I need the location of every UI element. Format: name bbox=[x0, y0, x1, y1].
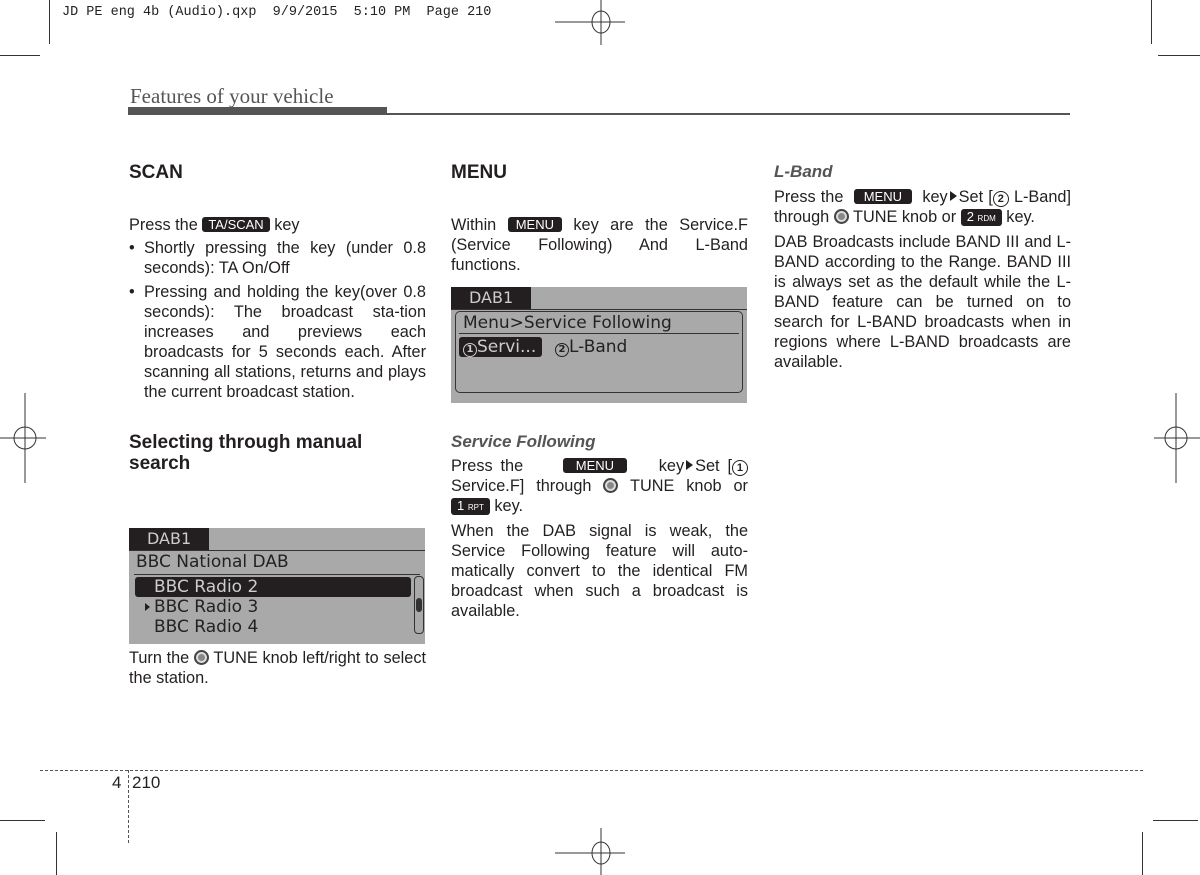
text: Turn the bbox=[129, 649, 190, 667]
rdm-key-icon: 2 RDM bbox=[960, 209, 1002, 226]
number-1-icon: 1 bbox=[731, 460, 748, 476]
ta-scan-key-icon: TA/SCAN bbox=[202, 217, 270, 232]
crop-mark bbox=[0, 55, 40, 56]
heading-l-band: L-Band bbox=[774, 162, 833, 181]
scan-bullets: Shortly pressing the key (under 0.8 seco… bbox=[129, 238, 426, 402]
crop-mark bbox=[49, 0, 50, 44]
header-rule bbox=[128, 107, 387, 115]
divider bbox=[129, 550, 425, 551]
section-title: Features of your vehicle bbox=[130, 84, 334, 108]
section-service-following: Service Following Press the MENU key Set … bbox=[451, 432, 748, 621]
dab-station-list-screen: DAB1 BBC National DAB BBC Radio 2 BBC Ra… bbox=[129, 528, 425, 644]
crop-mark bbox=[1142, 832, 1143, 875]
screen-tab: DAB1 bbox=[451, 287, 532, 309]
text: Set [ bbox=[695, 457, 732, 475]
menu-intro: Within MENU key are the Service.F (Servi… bbox=[451, 215, 748, 275]
option-label: L-Band bbox=[569, 337, 628, 357]
chapter-number: 4 bbox=[112, 773, 122, 792]
arrow-right-icon bbox=[686, 460, 694, 470]
registration-mark-icon bbox=[1154, 393, 1200, 483]
menu-key-icon: MENU bbox=[507, 217, 562, 232]
key-number: 2 bbox=[966, 209, 974, 224]
rpt-key-icon: 1 RPT bbox=[451, 498, 490, 515]
lb-description: DAB Broadcasts include BAND III and L-BA… bbox=[774, 233, 1071, 371]
heading-manual-search: Selecting through manual search bbox=[129, 432, 363, 474]
footer-rule bbox=[40, 770, 1143, 771]
tune-knob-icon bbox=[603, 478, 619, 493]
divider bbox=[459, 333, 739, 334]
text: Within bbox=[451, 216, 497, 234]
text: TUNE knob or bbox=[630, 477, 748, 495]
text: Press the bbox=[774, 188, 844, 206]
bullet-item: Pressing and holding the key(over 0.8 se… bbox=[129, 282, 426, 402]
crop-mark bbox=[1158, 55, 1200, 56]
option-label: Servi... bbox=[477, 337, 537, 357]
key-sublabel: RPT bbox=[467, 503, 484, 512]
crop-mark bbox=[1153, 820, 1198, 821]
registration-mark-icon bbox=[555, 828, 625, 875]
footer-rule bbox=[128, 770, 129, 843]
crop-mark bbox=[1151, 0, 1152, 44]
menu-option-service-following: 1 Servi... bbox=[459, 337, 543, 357]
divider bbox=[451, 309, 747, 310]
tune-instruction: Turn the TUNE knob left/right to select … bbox=[129, 648, 426, 688]
section-l-band: L-Band Press the MENU key Set [2 L-Band] … bbox=[774, 162, 1071, 372]
screen-tab: DAB1 bbox=[129, 528, 210, 550]
text: Press the bbox=[129, 216, 198, 234]
playing-indicator-icon bbox=[143, 597, 152, 617]
tune-knob-icon bbox=[193, 650, 209, 665]
sf-instruction: Press the MENU key Set [1 Service.F] thro… bbox=[451, 456, 748, 516]
bullet-item: Shortly pressing the key (under 0.8 seco… bbox=[129, 238, 426, 278]
text: Service.F] through bbox=[451, 477, 592, 495]
tune-knob-icon bbox=[833, 209, 849, 224]
text: key bbox=[274, 216, 300, 234]
lb-instruction: Press the MENU key Set [2 L-Band] through… bbox=[774, 187, 1071, 227]
print-slug: JD PE eng 4b (Audio).qxp 9/9/2015 5:10 P… bbox=[62, 5, 492, 20]
scrollbar-thumb bbox=[416, 598, 422, 612]
text: TUNE knob or bbox=[853, 208, 957, 226]
menu-path: Menu>Service Following bbox=[463, 313, 672, 333]
page-number: 210 bbox=[132, 773, 161, 792]
number-2-icon: 2 bbox=[555, 343, 569, 357]
crop-mark bbox=[0, 820, 45, 821]
text: key bbox=[658, 457, 685, 475]
station-item: BBC Radio 4 bbox=[154, 617, 259, 637]
header-rule bbox=[387, 113, 1070, 115]
menu-key-icon: MENU bbox=[853, 189, 912, 204]
station-item: BBC Radio 3 bbox=[154, 597, 259, 617]
ensemble-name: BBC National DAB bbox=[136, 552, 289, 572]
key-sublabel: RDM bbox=[977, 214, 996, 223]
arrow-right-icon bbox=[949, 191, 957, 201]
registration-mark-icon bbox=[0, 393, 46, 483]
text: key bbox=[922, 188, 948, 206]
heading-service-following: Service Following bbox=[451, 432, 596, 451]
column-scan: SCAN Press the TA/SCAN key Shortly press… bbox=[129, 162, 426, 474]
service-following-menu-screen: DAB1 Menu>Service Following 1 Servi... 2L… bbox=[451, 287, 747, 403]
key-number: 1 bbox=[457, 498, 465, 513]
text: Press the bbox=[451, 457, 524, 475]
text: key. bbox=[1006, 208, 1035, 226]
heading-scan: SCAN bbox=[129, 162, 183, 183]
text: Set [ bbox=[958, 188, 993, 206]
divider bbox=[134, 574, 420, 575]
crop-mark bbox=[56, 832, 57, 875]
text: key. bbox=[494, 497, 524, 515]
menu-key-icon: MENU bbox=[562, 458, 628, 473]
text: key are the Service.F (Service Following… bbox=[451, 216, 748, 274]
column-menu: MENU Within MENU key are the Service.F (… bbox=[451, 162, 748, 275]
scan-intro: Press the TA/SCAN key bbox=[129, 215, 426, 235]
registration-mark-icon bbox=[555, 0, 625, 45]
number-2-icon: 2 bbox=[992, 191, 1009, 207]
heading-menu: MENU bbox=[451, 162, 507, 183]
number-1-icon: 1 bbox=[463, 343, 477, 357]
station-item-selected: BBC Radio 2 bbox=[135, 577, 411, 597]
sf-description: When the DAB signal is weak, the Service… bbox=[451, 522, 748, 620]
menu-option-l-band: 2 L-Band bbox=[555, 337, 627, 357]
